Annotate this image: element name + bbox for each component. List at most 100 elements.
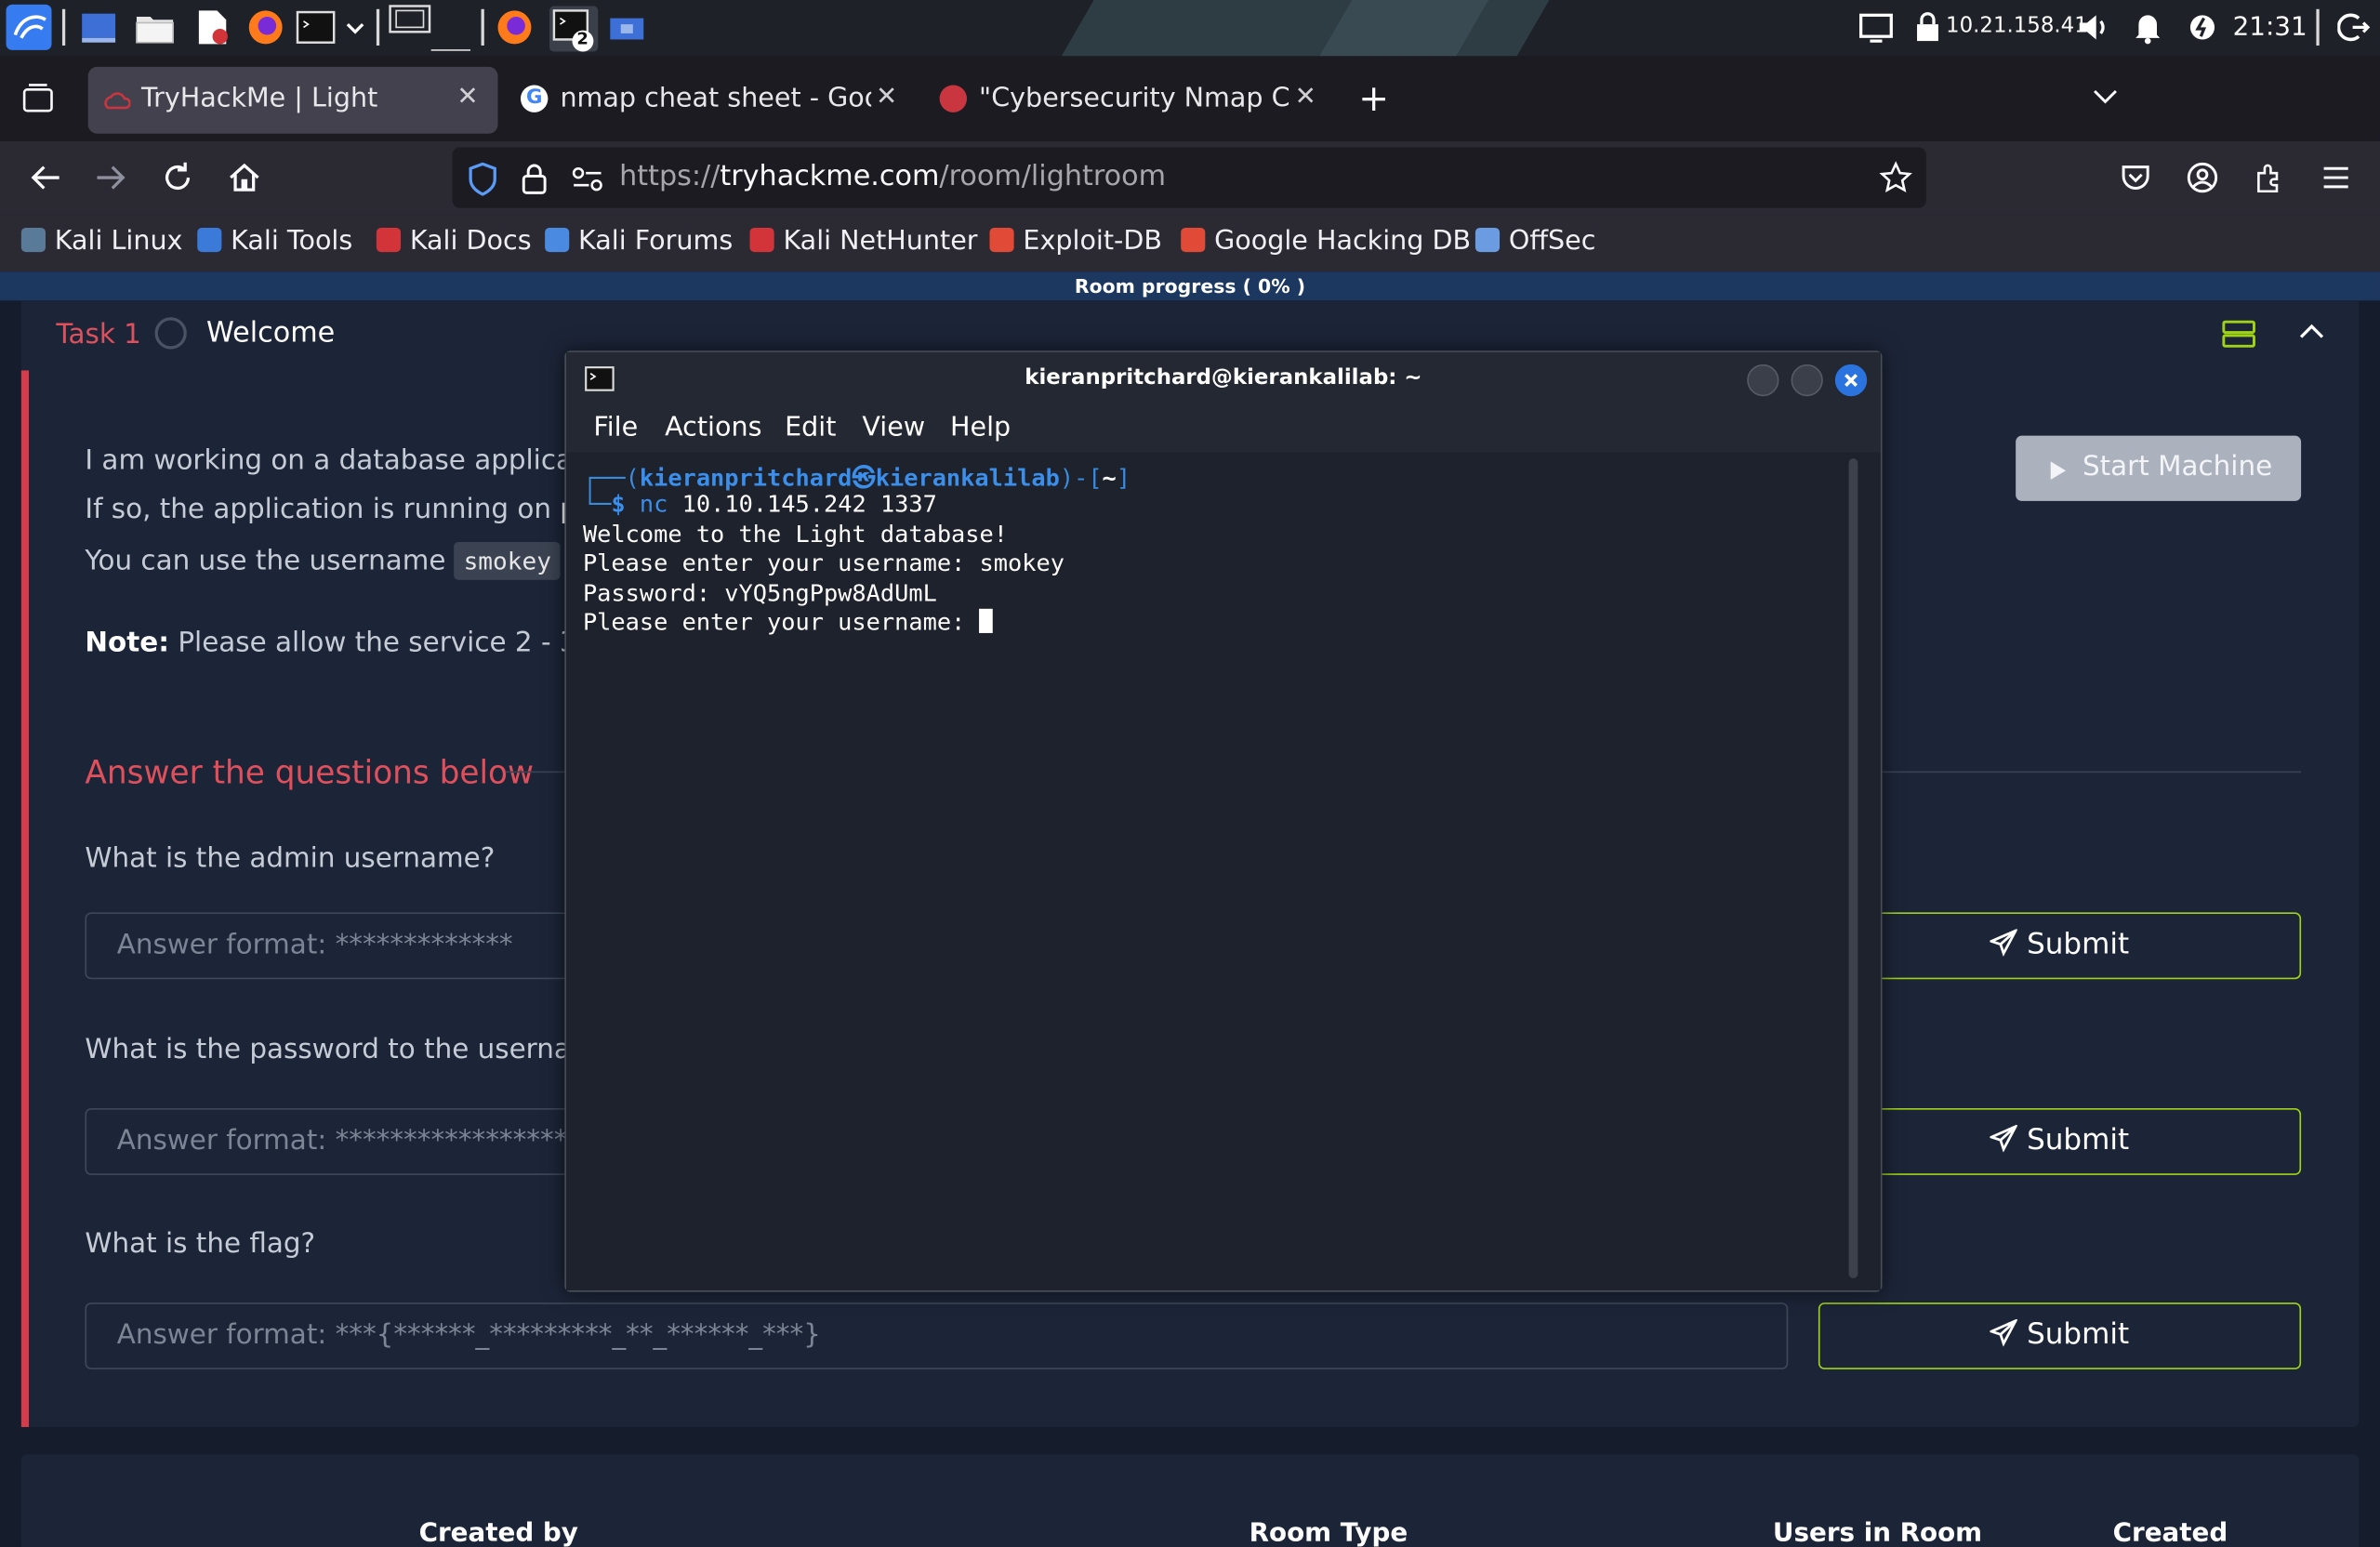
kali-tools-icon: [197, 227, 222, 253]
new-tab-icon[interactable]: +: [1358, 77, 1389, 120]
show-desktop-icon[interactable]: [81, 9, 117, 46]
send-icon: [1988, 928, 2019, 957]
tab-overview-icon[interactable]: [21, 84, 55, 114]
notifications-bell-icon[interactable]: [2133, 9, 2163, 46]
command-args: 10.10.145.242 1337: [681, 490, 937, 518]
minimize-button[interactable]: [1747, 364, 1779, 397]
bookmark-star-icon[interactable]: [1879, 161, 1912, 200]
taskbar: 2 10.21.158.41 21:31: [0, 0, 2380, 57]
bookmarks-toolbar: Kali Linux Kali Tools Kali Docs Kali For…: [0, 214, 2380, 272]
tab-nmap-cheat-sheet[interactable]: G nmap cheat sheet - Googl ✕: [504, 67, 917, 134]
url-text[interactable]: https://tryhackme.com/room/lightroom: [619, 161, 1166, 192]
extensions-icon[interactable]: [2253, 161, 2286, 200]
submit-text: Submit: [2027, 1123, 2130, 1157]
hamburger-menu-icon[interactable]: [2320, 161, 2353, 200]
bookmark-label: OffSec: [1508, 226, 1596, 257]
permissions-icon[interactable]: [571, 164, 604, 200]
output-line-2: Please enter your username: smokey: [582, 549, 1064, 577]
intro-line-3: You can use the username smokey in: [85, 541, 594, 580]
terminal-launcher-icon[interactable]: [296, 9, 336, 46]
bookmark-kali-forums[interactable]: Kali Forums: [545, 226, 733, 257]
browser-nav-bar: https://tryhackme.com/room/lightroom: [0, 140, 2380, 215]
bookmark-label: Exploit-DB: [1023, 226, 1162, 257]
home-icon[interactable]: [228, 161, 261, 200]
logout-icon[interactable]: [2336, 9, 2371, 46]
question-1-placeholder: Answer format: *************: [116, 929, 513, 961]
account-icon[interactable]: [2186, 161, 2219, 200]
terminal-output[interactable]: ┌──(kieranpritchard㉿kierankalilab)-[~] └…: [565, 452, 1881, 1291]
collapse-chevron-up-icon[interactable]: [2298, 319, 2325, 352]
menu-file[interactable]: File: [593, 413, 638, 443]
close-tab-icon[interactable]: ✕: [456, 82, 478, 112]
terminal-window-icon[interactable]: 2: [549, 6, 599, 52]
menu-actions[interactable]: Actions: [665, 413, 761, 443]
bookmark-google-hacking-db[interactable]: Google Hacking DB: [1181, 226, 1471, 257]
question-3-submit-button[interactable]: Submit: [1818, 1302, 2302, 1369]
bookmark-exploit-db[interactable]: Exploit-DB: [989, 226, 1162, 257]
send-icon: [1988, 1317, 2019, 1347]
prompt-user: kieranpritchard: [639, 464, 853, 493]
bookmark-kali-linux[interactable]: Kali Linux: [20, 226, 183, 257]
tab-title: nmap cheat sheet - Googl: [560, 83, 872, 114]
folder-window-icon[interactable]: [609, 9, 645, 46]
room-progress-label: Room progress ( 0% ): [1074, 274, 1306, 298]
prompt-host: kierankalilab: [875, 464, 1060, 493]
tab-tryhackme[interactable]: TryHackMe | Light ✕: [87, 66, 498, 134]
tracking-protection-shield-icon[interactable]: [468, 162, 498, 202]
tab-title: "Cybersecurity Nmap Che: [979, 83, 1290, 114]
firefox-icon[interactable]: [247, 9, 284, 46]
close-tab-icon[interactable]: ✕: [1295, 82, 1316, 112]
menu-edit[interactable]: Edit: [785, 413, 836, 443]
bookmark-label: Google Hacking DB: [1214, 226, 1472, 257]
file-manager-icon[interactable]: [135, 9, 174, 46]
terminal-titlebar[interactable]: kieranpritchard@kierankalilab: ~: [565, 351, 1881, 407]
kali-forums-icon: [545, 227, 570, 253]
close-tab-icon[interactable]: ✕: [876, 82, 897, 112]
menu-view[interactable]: View: [862, 413, 925, 443]
start-machine-button[interactable]: Start Machine: [2016, 435, 2302, 501]
tab-cybersecurity-nmap[interactable]: "Cybersecurity Nmap Che ✕: [923, 67, 1336, 134]
submit-label: Submit: [1988, 928, 2129, 961]
address-bar[interactable]: https://tryhackme.com/room/lightroom: [452, 147, 1926, 208]
question-2-submit-button[interactable]: Submit: [1818, 1108, 2302, 1175]
bookmark-kali-tools[interactable]: Kali Tools: [197, 226, 352, 257]
close-icon: [1844, 374, 1858, 388]
note-label: Note:: [85, 627, 169, 659]
kali-menu-icon[interactable]: [6, 4, 52, 50]
bookmark-label: Kali NetHunter: [783, 226, 978, 257]
terminal-scrollbar[interactable]: [1848, 458, 1858, 1278]
back-icon[interactable]: [29, 161, 62, 200]
kali-docs-icon: [376, 227, 402, 253]
padlock-icon[interactable]: [521, 163, 548, 202]
volume-icon[interactable]: [2075, 9, 2111, 46]
browser-tab-bar: TryHackMe | Light ✕ G nmap cheat sheet -…: [0, 56, 2380, 141]
close-window-button[interactable]: [1834, 364, 1868, 397]
maximize-button[interactable]: [1791, 364, 1823, 397]
clock[interactable]: 21:31: [2233, 12, 2307, 43]
vpn-lock-icon[interactable]: [1912, 9, 1943, 46]
pocket-icon[interactable]: [2119, 161, 2152, 200]
bookmark-kali-nethunter[interactable]: Kali NetHunter: [749, 226, 978, 257]
offsec-icon: [1474, 227, 1501, 253]
forward-icon[interactable]: [94, 161, 127, 200]
workspace-1-icon[interactable]: [386, 3, 471, 51]
bookmark-kali-docs[interactable]: Kali Docs: [376, 226, 532, 257]
question-2-placeholder: Answer format: ******************: [116, 1125, 582, 1157]
text-editor-icon[interactable]: [194, 9, 231, 46]
firefox-window-icon[interactable]: [496, 9, 533, 46]
power-manager-icon[interactable]: [2188, 9, 2218, 46]
terminal-window[interactable]: kieranpritchard@kierankalilab: ~ File Ac…: [564, 350, 1883, 1292]
username-code: smokey: [454, 541, 561, 580]
list-all-tabs-icon[interactable]: [2090, 81, 2121, 117]
chevron-down-icon[interactable]: [345, 9, 366, 46]
question-1-submit-button[interactable]: Submit: [1818, 912, 2302, 980]
task-layout-icon[interactable]: [2222, 319, 2255, 355]
footer-created-by: Created by: [418, 1517, 578, 1547]
task-number: Task 1: [56, 318, 141, 351]
display-icon[interactable]: [1858, 9, 1894, 46]
bookmark-offsec[interactable]: OffSec: [1474, 226, 1596, 257]
output-line-4: Please enter your username:: [583, 608, 994, 636]
reload-icon[interactable]: [161, 161, 194, 200]
question-3-input[interactable]: Answer format: ***{******_*********_**_*…: [85, 1302, 1789, 1369]
menu-help[interactable]: Help: [950, 413, 1011, 443]
